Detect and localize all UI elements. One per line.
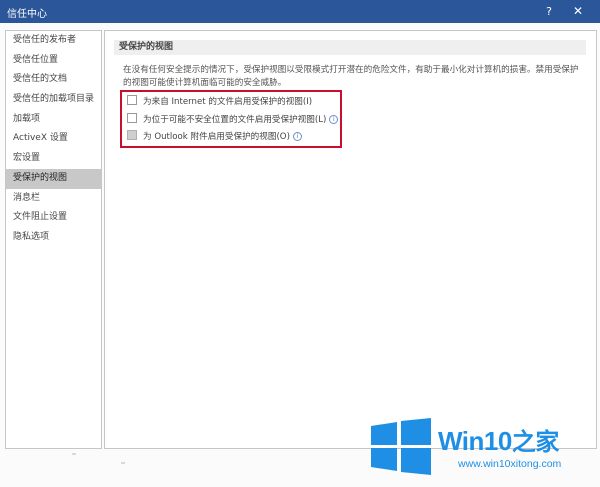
close-button[interactable]: ✕ — [569, 3, 587, 20]
sidebar-item-protected-view[interactable]: 受保护的视图 — [6, 168, 101, 189]
sidebar-item-macro-settings[interactable]: 宏设置 — [6, 149, 101, 169]
option-internet-files[interactable]: 为来自 Internet 的文件启用受保护的视图(I) — [127, 95, 312, 109]
sidebar-item-file-block-settings[interactable]: 文件阻止设置 — [6, 208, 101, 228]
checkbox-unsafe-locations[interactable] — [127, 113, 137, 123]
sidebar-item-addins[interactable]: 加载项 — [6, 110, 101, 130]
sidebar-item-trusted-locations[interactable]: 受信任位置 — [6, 51, 101, 71]
windows-logo-icon — [371, 418, 431, 475]
sidebar-item-activex-settings[interactable]: ActiveX 设置 — [6, 129, 101, 149]
divider — [121, 462, 125, 464]
section-description: 在没有任何安全提示的情况下，受保护视图以受限模式打开潜在的危险文件，有助于最小化… — [123, 65, 579, 88]
section-title: 受保护的视图 — [114, 40, 586, 55]
sidebar-item-message-bar[interactable]: 消息栏 — [6, 189, 101, 209]
info-icon: i — [292, 132, 302, 141]
divider — [72, 453, 76, 455]
checkbox-internet-files[interactable] — [127, 95, 137, 105]
option-label: 为位于可能不安全位置的文件启用受保护视图(L) — [143, 115, 327, 125]
sidebar-item-trusted-addin-catalogs[interactable]: 受信任的加载项目录 — [6, 90, 101, 110]
sidebar-item-trusted-publishers[interactable]: 受信任的发布者 — [6, 31, 101, 51]
content-panel: 受保护的视图 在没有任何安全提示的情况下，受保护视图以受限模式打开潜在的危险文件… — [104, 30, 597, 449]
highlight-box: 为来自 Internet 的文件启用受保护的视图(I) 为位于可能不安全位置的文… — [120, 90, 342, 148]
title-bar: 信任中心 ? ✕ — [0, 0, 600, 23]
info-icon: i — [329, 115, 339, 124]
checkbox-outlook-attachments[interactable] — [127, 130, 137, 140]
option-outlook-attachments[interactable]: 为 Outlook 附件启用受保护的视图(O) i — [127, 130, 302, 144]
option-unsafe-locations[interactable]: 为位于可能不安全位置的文件启用受保护视图(L) i — [127, 113, 339, 127]
option-label: 为 Outlook 附件启用受保护的视图(O) — [143, 132, 290, 142]
watermark-brand-cn: 之家 — [511, 428, 560, 456]
window-title: 信任中心 — [7, 9, 47, 20]
watermark-brand-latin: Win10 — [438, 426, 512, 456]
sidebar-item-privacy-options[interactable]: 隐私选项 — [6, 228, 101, 248]
sidebar-item-trusted-documents[interactable]: 受信任的文档 — [6, 70, 101, 90]
watermark-url: www.win10xitong.com — [458, 458, 562, 470]
help-button[interactable]: ? — [540, 3, 558, 20]
sidebar: 受信任的发布者 受信任位置 受信任的文档 受信任的加载项目录 加载项 Activ… — [5, 30, 102, 449]
option-label: 为来自 Internet 的文件启用受保护的视图(I) — [143, 97, 313, 107]
watermark-brand: Win10之家 — [438, 422, 559, 457]
